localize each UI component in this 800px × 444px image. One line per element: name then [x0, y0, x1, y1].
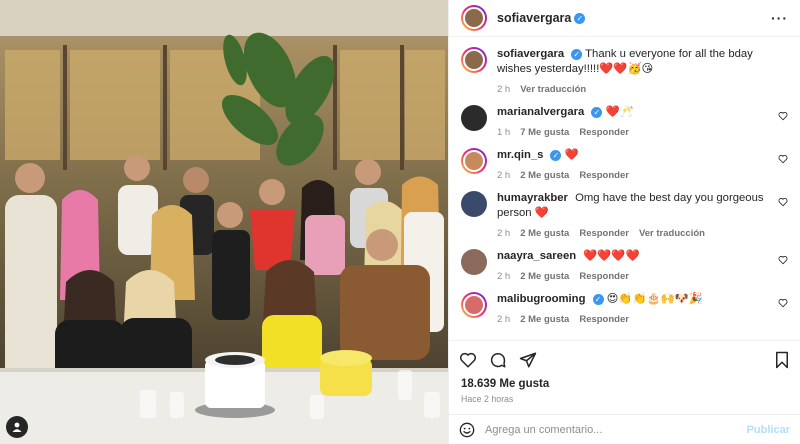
emoji-icon — [459, 422, 475, 437]
comment-row: naayra_sareen ❤️❤️❤️❤️ 2 h 2 Me gusta Re… — [461, 249, 788, 282]
post-photo[interactable] — [0, 0, 448, 444]
comment-time: 2 h — [497, 228, 511, 239]
author-avatar[interactable] — [461, 5, 487, 31]
reply-button[interactable]: Responder — [579, 170, 629, 181]
see-translation-link[interactable]: Ver traducción — [639, 228, 705, 239]
heart-icon — [459, 352, 477, 367]
commenter-avatar[interactable] — [461, 249, 487, 275]
instagram-post-modal: sofiavergara ✓ ··· sofiavergara ✓ Thank u… — [0, 0, 800, 444]
save-button[interactable] — [774, 351, 790, 369]
comment-text: 😍👏👏🎂🙌🐶🎉 — [606, 293, 703, 305]
comment-username[interactable]: naayra_sareen — [497, 250, 576, 262]
comment-button[interactable] — [489, 351, 507, 369]
reply-button[interactable]: Responder — [579, 127, 629, 138]
comment-row: humayrakber Omg have the best day you go… — [461, 191, 788, 239]
caption-author-avatar[interactable] — [461, 47, 487, 73]
comment-likes[interactable]: 2 Me gusta — [520, 170, 569, 181]
post-caption: sofiavergara ✓ Thank u everyone for all t… — [461, 47, 788, 95]
commenter-avatar[interactable] — [461, 105, 487, 131]
send-icon — [519, 352, 537, 367]
comment-username[interactable]: malibugrooming — [497, 293, 586, 305]
comment-icon — [490, 352, 506, 367]
heart-icon[interactable] — [778, 197, 788, 207]
comment-likes[interactable]: 7 Me gusta — [520, 127, 569, 138]
comment-time: 1 h — [497, 127, 511, 138]
commenter-avatar[interactable] — [461, 148, 487, 174]
verified-icon: ✓ — [591, 106, 603, 118]
reply-button[interactable]: Responder — [579, 271, 629, 282]
comment-time: 2 h — [497, 170, 511, 181]
reply-button[interactable]: Responder — [579, 314, 629, 325]
comment-row: marianalvergara ✓ ❤️🥂 1 h 7 Me gusta Resp… — [461, 105, 788, 138]
heart-icon[interactable] — [778, 298, 788, 308]
verified-icon: ✓ — [571, 48, 583, 60]
comment-row: mr.qin_s ✓ ❤️ 2 h 2 Me gusta Responder — [461, 148, 788, 181]
comment-username[interactable]: humayrakber — [497, 192, 568, 204]
publish-button[interactable]: Publicar — [747, 424, 790, 436]
user-tag-button[interactable] — [6, 416, 28, 438]
comment-likes[interactable]: 2 Me gusta — [520, 314, 569, 325]
more-icon[interactable]: ··· — [771, 10, 788, 26]
bookmark-icon — [776, 351, 788, 368]
comment-likes[interactable]: 2 Me gusta — [520, 228, 569, 239]
like-button[interactable] — [459, 351, 477, 369]
verified-icon: ✓ — [592, 293, 604, 305]
verified-icon: ✓ — [550, 149, 562, 161]
reply-button[interactable]: Responder — [579, 228, 629, 239]
emoji-button[interactable] — [459, 422, 475, 438]
post-header: sofiavergara ✓ ··· — [449, 0, 800, 37]
comment-username[interactable]: mr.qin_s — [497, 149, 543, 161]
comment-likes[interactable]: 2 Me gusta — [520, 271, 569, 282]
comment-time: 2 h — [497, 314, 511, 325]
author-username[interactable]: sofiavergara — [497, 11, 571, 25]
commenter-avatar[interactable] — [461, 191, 487, 217]
comment-time: 2 h — [497, 271, 511, 282]
comments-list: sofiavergara ✓ Thank u everyone for all t… — [449, 37, 800, 340]
post-side-panel: sofiavergara ✓ ··· sofiavergara ✓ Thank u… — [448, 0, 800, 444]
share-button[interactable] — [519, 351, 537, 369]
caption-author-username[interactable]: sofiavergara — [497, 48, 564, 60]
heart-icon[interactable] — [778, 111, 788, 121]
group-birthday-photo — [0, 0, 448, 444]
comment-row: malibugrooming ✓ 😍👏👏🎂🙌🐶🎉 2 h 2 Me gusta R… — [461, 292, 788, 325]
verified-icon: ✓ — [574, 12, 586, 24]
heart-icon[interactable] — [778, 154, 788, 164]
likes-count[interactable]: 18.639 Me gusta — [449, 378, 800, 390]
comment-text: ❤️❤️❤️❤️ — [583, 250, 640, 262]
comment-text: ❤️ — [564, 149, 579, 161]
comment-text: ❤️🥂 — [605, 106, 634, 118]
user-tag-icon — [12, 422, 22, 432]
commenter-avatar[interactable] — [461, 292, 487, 318]
heart-icon[interactable] — [778, 255, 788, 265]
post-actions-bar — [449, 340, 800, 378]
comment-composer: Publicar — [449, 414, 800, 444]
caption-time: 2 h — [497, 84, 511, 95]
see-translation-link[interactable]: Ver traducción — [520, 84, 586, 95]
post-time: Hace 2 horas — [461, 394, 514, 404]
comment-input[interactable] — [485, 423, 747, 436]
comment-username[interactable]: marianalvergara — [497, 106, 584, 118]
